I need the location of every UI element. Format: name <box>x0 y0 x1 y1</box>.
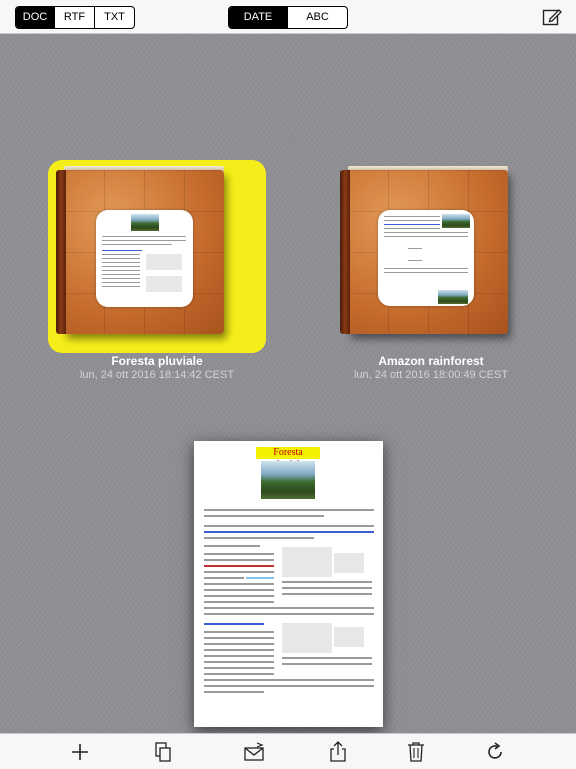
preview-text-line <box>204 667 274 669</box>
document-thumbnail <box>378 210 474 306</box>
preview-text-line <box>204 691 264 693</box>
tab-doc[interactable]: DOC <box>16 7 54 28</box>
preview-text-line <box>204 515 324 517</box>
preview-text-line <box>204 545 260 547</box>
book-spine <box>56 170 66 334</box>
compose-icon[interactable] <box>542 7 562 27</box>
duplicate-icon[interactable] <box>151 740 175 764</box>
thumb-text-line <box>384 232 468 233</box>
preview-text-line <box>204 643 274 645</box>
preview-text-line <box>204 537 314 539</box>
preview-text-line <box>204 607 374 609</box>
preview-photo <box>261 461 315 499</box>
preview-text-line <box>204 531 374 533</box>
preview-text-line <box>204 601 274 603</box>
thumb-text-line <box>408 248 422 249</box>
thumb-text-line <box>102 244 172 245</box>
preview-text-line <box>282 657 372 659</box>
tab-rtf[interactable]: RTF <box>54 7 94 28</box>
preview-title: Foresta pluviale <box>256 447 320 470</box>
thumb-text-line <box>384 228 440 229</box>
thumb-text-line <box>408 260 422 261</box>
preview-text-line <box>204 509 374 511</box>
thumb-text-line <box>102 240 186 241</box>
preview-text-line <box>204 595 274 597</box>
thumb-text-line <box>102 278 140 279</box>
document-book-foresta[interactable] <box>56 166 226 338</box>
tab-sort-date[interactable]: DATE <box>229 7 287 28</box>
thumb-text-line <box>384 268 468 269</box>
preview-text-line <box>282 581 372 583</box>
document-thumbnail <box>96 210 193 307</box>
tab-txt[interactable]: TXT <box>94 7 134 28</box>
format-segmented-control: DOC RTF TXT <box>15 6 135 29</box>
preview-text-line <box>204 583 274 585</box>
preview-text-line <box>204 525 374 527</box>
thumb-text-line <box>102 236 186 237</box>
thumb-text-line <box>102 274 140 275</box>
preview-map <box>334 627 364 647</box>
preview-text-line <box>204 685 374 687</box>
preview-text-line <box>282 587 372 589</box>
bottom-toolbar <box>0 733 576 769</box>
sort-segmented-control: DATE ABC <box>228 6 348 29</box>
thumbnail-photo <box>442 214 470 228</box>
document-date: lun, 24 ott 2016 18:00:49 CEST <box>353 369 509 381</box>
preview-text-line <box>204 559 274 561</box>
preview-text-line <box>204 553 274 555</box>
preview-text-line <box>204 649 274 651</box>
preview-text-line <box>204 655 274 657</box>
thumb-text-line <box>384 236 468 237</box>
thumb-map <box>146 254 182 270</box>
preview-text-line <box>204 589 274 591</box>
trash-icon[interactable] <box>404 740 428 764</box>
refresh-icon[interactable] <box>483 740 507 764</box>
thumb-text-line <box>384 224 440 225</box>
document-caption-foresta: Foresta pluviale lun, 24 ott 2016 18:14:… <box>37 354 277 382</box>
add-icon[interactable] <box>68 740 92 764</box>
document-title: Amazon rainforest <box>378 354 484 368</box>
preview-text-line <box>204 637 274 639</box>
thumb-text-line <box>384 220 440 221</box>
thumb-map <box>146 276 182 292</box>
document-preview[interactable]: Foresta pluviale <box>194 441 383 727</box>
preview-text-line <box>204 631 274 633</box>
book-spine <box>340 170 350 334</box>
thumb-text-line <box>102 282 140 283</box>
document-book-amazon[interactable] <box>340 166 510 338</box>
thumb-text-line <box>102 254 140 255</box>
mail-icon[interactable] <box>242 740 266 764</box>
document-title: Foresta pluviale <box>111 354 203 368</box>
preview-text-line <box>282 663 372 665</box>
preview-text-line <box>204 565 274 567</box>
document-date: lun, 24 ott 2016 18:14:42 CEST <box>79 369 235 381</box>
preview-text-line <box>204 571 274 573</box>
thumbnail-photo <box>131 214 159 231</box>
preview-text-line <box>204 673 274 675</box>
preview-text-line <box>282 593 372 595</box>
thumbnail-photo <box>438 290 468 304</box>
preview-text-line <box>204 661 274 663</box>
preview-text-line <box>204 613 374 615</box>
thumb-text-line <box>102 270 140 271</box>
top-toolbar: DOC RTF TXT DATE ABC <box>0 0 576 34</box>
thumb-text-line <box>102 286 140 287</box>
share-icon[interactable] <box>326 740 350 764</box>
preview-map <box>334 553 364 573</box>
thumb-text-line <box>102 258 140 259</box>
preview-text-line <box>204 577 244 579</box>
preview-text-line <box>204 679 374 681</box>
preview-map <box>282 547 332 577</box>
thumb-text-line <box>384 216 440 217</box>
document-caption-amazon: Amazon rainforest lun, 24 ott 2016 18:00… <box>311 354 551 382</box>
thumb-text-line <box>102 262 140 263</box>
preview-map <box>282 623 332 653</box>
thumb-text-line <box>102 266 140 267</box>
preview-text-line <box>246 577 274 579</box>
thumb-text-line <box>102 250 142 251</box>
tab-sort-abc[interactable]: ABC <box>287 7 347 28</box>
thumb-text-line <box>384 272 468 273</box>
preview-text-line <box>204 623 264 625</box>
